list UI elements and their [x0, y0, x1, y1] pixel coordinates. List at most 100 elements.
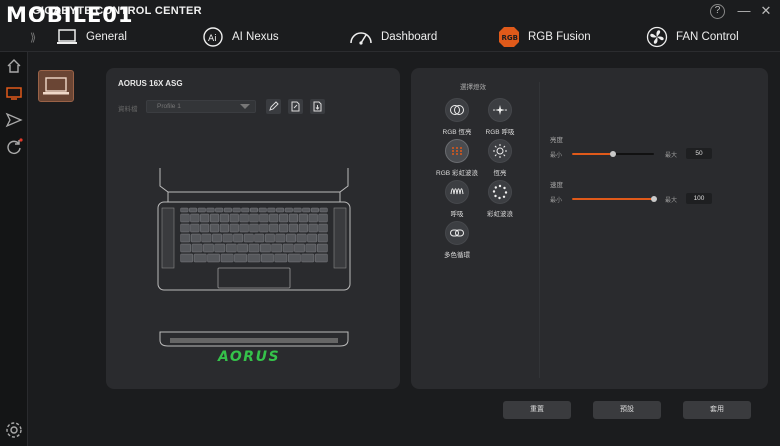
apply-button[interactable]: 套用: [683, 401, 751, 419]
key: [210, 213, 220, 223]
monitor-icon[interactable]: [5, 84, 23, 102]
key: [247, 253, 261, 263]
key: [229, 213, 239, 223]
device-tile-laptop[interactable]: [38, 70, 74, 102]
key: [258, 207, 267, 213]
speed-max-label: 最大: [665, 198, 678, 204]
key: [305, 243, 317, 253]
effect-static[interactable]: 恆亮: [475, 139, 525, 177]
effects-title: 選擇燈效: [460, 84, 486, 91]
device-name: AORUS 16X ASG: [118, 79, 183, 88]
key: [219, 213, 229, 223]
key: [249, 213, 259, 223]
send-icon[interactable]: [5, 111, 23, 129]
effect-rgb-breathing[interactable]: RGB 呼吸: [475, 98, 525, 136]
overlap-circles-icon: [450, 105, 464, 115]
effect-color-cycle[interactable]: 多色循環: [432, 221, 482, 259]
key: [250, 207, 258, 213]
device-list: [28, 52, 96, 446]
tab-fan-control[interactable]: FAN Control: [646, 25, 739, 49]
keyboard-illustration: AORUS: [157, 168, 351, 365]
home-icon[interactable]: [5, 57, 23, 75]
svg-text:RGB: RGB: [502, 34, 518, 42]
collapse-sidebar-icon[interactable]: ⟫: [30, 31, 36, 44]
key: [239, 223, 249, 233]
speed-min-label: 最小: [550, 198, 563, 204]
key: [271, 243, 283, 253]
key: [215, 207, 224, 213]
sparkle-icon: [493, 105, 507, 115]
tab-general-label: General: [86, 31, 127, 43]
key: [220, 253, 234, 263]
reset-button[interactable]: 重置: [503, 401, 571, 419]
key: [180, 207, 189, 213]
key: [296, 233, 307, 243]
key: [193, 253, 207, 263]
key: [288, 213, 299, 223]
key: [191, 243, 203, 253]
effect-label: 多色循環: [444, 252, 470, 259]
key: [214, 243, 226, 253]
tab-fan-control-label: FAN Control: [676, 31, 739, 43]
key: [201, 233, 212, 243]
key: [275, 233, 286, 243]
key: [212, 233, 222, 243]
tab-dashboard[interactable]: Dashboard: [349, 25, 437, 49]
key: [317, 243, 328, 253]
key: [200, 213, 210, 223]
key: [180, 223, 190, 233]
key: [248, 243, 260, 253]
edit-profile-button[interactable]: [266, 99, 281, 114]
chevron-down-icon: [240, 104, 250, 109]
dots-ring-icon: [492, 184, 508, 200]
speed-thumb[interactable]: [651, 196, 657, 202]
profile-dropdown[interactable]: Profile 1: [146, 100, 256, 113]
speed-value[interactable]: 100: [686, 193, 712, 204]
key: [298, 213, 308, 223]
keyboard-keys: [180, 207, 328, 263]
key: [180, 213, 190, 223]
settings-icon[interactable]: [5, 421, 23, 439]
default-button[interactable]: 預設: [593, 401, 661, 419]
speed-slider[interactable]: [572, 196, 657, 202]
key: [190, 213, 200, 223]
pencil-icon: [269, 101, 279, 111]
key: [219, 223, 229, 233]
profile-label: 資料檔: [118, 106, 138, 113]
panel-divider: [539, 82, 540, 378]
key: [233, 233, 244, 243]
brightness-max-label: 最大: [665, 153, 678, 159]
key: [284, 207, 293, 213]
key: [314, 253, 328, 263]
key: [229, 223, 239, 233]
key: [274, 253, 288, 263]
help-button[interactable]: ?: [710, 4, 725, 19]
key: [200, 223, 210, 233]
minimize-button[interactable]: —: [735, 3, 753, 19]
key: [279, 213, 289, 223]
tab-general[interactable]: General: [56, 25, 127, 49]
key: [276, 207, 285, 213]
effect-rainbow-wave[interactable]: 彩虹波浪: [475, 180, 525, 218]
svg-text:Ai: Ai: [208, 34, 217, 44]
file-export-icon: [291, 101, 300, 112]
tab-ai-nexus-label: AI Nexus: [232, 31, 279, 43]
key: [267, 207, 276, 213]
key: [259, 223, 269, 233]
speed-title: 速度: [550, 182, 563, 189]
refresh-icon[interactable]: [5, 138, 23, 156]
lighting-panel: 選擇燈效 RGB 恆亮 RGB 呼吸 RGB 彩虹波浪 恆亮 呼吸 彩虹波浪 多…: [411, 68, 768, 389]
key: [203, 243, 214, 253]
tab-rgb-fusion[interactable]: RGB RGB Fusion: [498, 25, 591, 49]
key: [319, 207, 328, 213]
brightness-thumb[interactable]: [610, 151, 616, 157]
close-button[interactable]: ✕: [757, 3, 775, 19]
export-profile-button[interactable]: [288, 99, 303, 114]
import-profile-button[interactable]: [310, 99, 325, 114]
tab-ai-nexus[interactable]: Ai AI Nexus: [202, 25, 279, 49]
brightness-value[interactable]: 50: [686, 148, 712, 159]
key: [180, 233, 191, 243]
key: [307, 233, 318, 243]
brightness-slider[interactable]: [572, 151, 654, 157]
key: [259, 213, 269, 223]
